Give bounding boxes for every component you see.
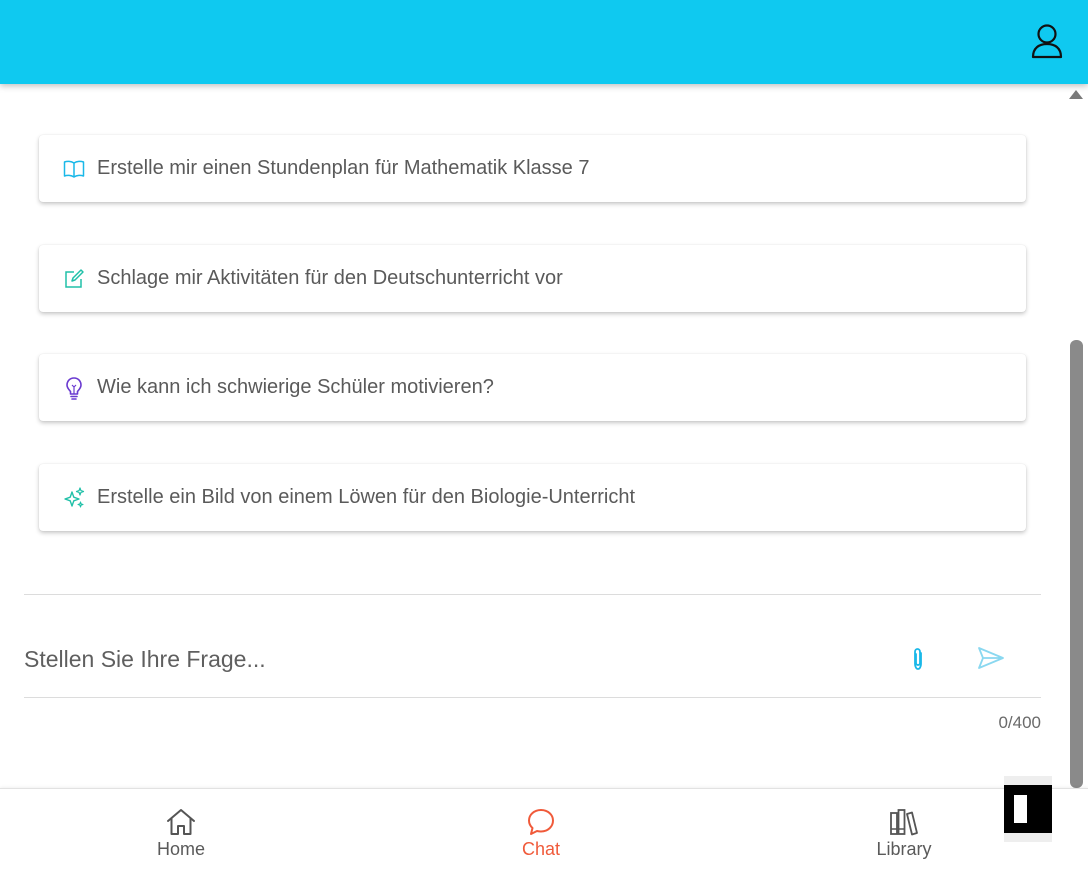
nav-chat[interactable]: Chat [481, 807, 601, 860]
library-icon [890, 809, 918, 836]
user-icon [1031, 24, 1063, 59]
scrollbar[interactable] [1064, 84, 1088, 788]
floating-widget-button[interactable] [1004, 776, 1052, 842]
nav-library-label: Library [876, 839, 932, 859]
scroll-up-arrow[interactable] [1069, 90, 1083, 99]
send-button[interactable] [976, 645, 1006, 671]
paperclip-icon [914, 648, 922, 670]
suggestion-label: Wie kann ich schwierige Schüler motivier… [97, 376, 494, 398]
sparkles-icon [63, 486, 85, 509]
top-app-bar [0, 0, 1088, 84]
character-counter: 0/400 [998, 713, 1041, 732]
suggestion-card-motivation[interactable]: Wie kann ich schwierige Schüler motivier… [39, 354, 1026, 421]
suggestion-label: Erstelle mir einen Stundenplan für Mathe… [97, 157, 590, 179]
suggestion-label: Erstelle ein Bild von einem Löwen für de… [97, 486, 636, 508]
edit-icon [63, 268, 85, 290]
input-top-divider [24, 594, 1041, 595]
suggestion-card-image[interactable]: Erstelle ein Bild von einem Löwen für de… [39, 464, 1026, 531]
nav-home[interactable]: Home [121, 807, 241, 860]
profile-button[interactable] [1030, 22, 1064, 62]
nav-library[interactable]: Library [844, 807, 964, 860]
widget-bar [1014, 795, 1027, 823]
suggestion-card-activities[interactable]: Schlage mir Aktivitäten für den Deutschu… [39, 245, 1026, 312]
lightbulb-icon [63, 376, 85, 400]
attach-button[interactable] [906, 646, 930, 672]
widget-block [1004, 785, 1052, 833]
nav-chat-label: Chat [521, 839, 561, 859]
send-icon [978, 647, 1004, 669]
book-icon [63, 158, 85, 180]
suggestion-card-lesson-plan[interactable]: Erstelle mir einen Stundenplan für Mathe… [39, 135, 1026, 202]
chat-bubble-icon [528, 809, 554, 835]
scroll-thumb[interactable] [1070, 340, 1083, 788]
suggestion-label: Schlage mir Aktivitäten für den Deutschu… [97, 267, 563, 289]
home-icon [167, 809, 195, 835]
nav-home-label: Home [156, 839, 205, 859]
input-bottom-divider [24, 697, 1041, 698]
bottom-navigation: Home Chat Library [0, 788, 1088, 878]
question-input[interactable] [24, 637, 874, 681]
